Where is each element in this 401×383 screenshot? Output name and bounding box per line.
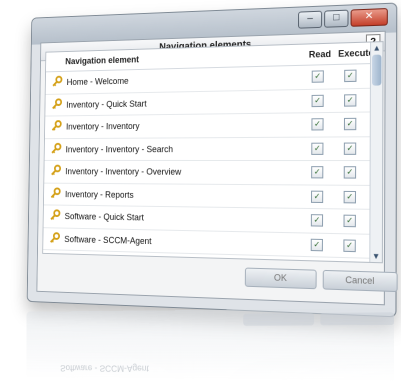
navigation-elements-grid: Navigation element Read Execute Home - W… (42, 41, 383, 263)
minimize-button[interactable]: – (298, 11, 322, 29)
reflection-text: Software - SCCM-Agent (60, 363, 149, 373)
key-icon (50, 165, 61, 176)
table-row[interactable]: Inventory - Inventory ✓ ✓ (45, 112, 382, 138)
column-header-navigation-element[interactable]: Navigation element (65, 55, 139, 67)
row-label: Software - Quick Start (65, 211, 144, 222)
row-label: Software - SCCM-Agent (64, 234, 151, 246)
row-label: Inventory - Reports (65, 189, 134, 199)
row-label: Inventory - Inventory - Search (66, 144, 173, 154)
execute-checkbox[interactable]: ✓ (344, 118, 356, 130)
grid-rows: Home - Welcome ✓ ✓ Inventory - Quick Start ✓… (43, 64, 382, 259)
read-checkbox[interactable]: ✓ (311, 166, 323, 178)
application-window: – □ ✕ Navigation elements ? Navigation e… (27, 2, 398, 317)
reflection-cancel-button (320, 312, 394, 325)
cancel-button[interactable]: Cancel (323, 270, 398, 292)
key-icon (49, 232, 60, 244)
read-checkbox[interactable]: ✓ (312, 70, 324, 82)
reflection-ok-button (243, 313, 314, 326)
column-header-read[interactable]: Read (309, 49, 331, 60)
scroll-up-arrow-icon[interactable]: ▲ (372, 43, 381, 53)
maximize-button[interactable]: □ (324, 10, 348, 28)
key-icon (50, 209, 61, 221)
row-label: Inventory - Inventory - Overview (65, 167, 181, 177)
execute-checkbox[interactable]: ✓ (344, 142, 356, 154)
execute-checkbox[interactable]: ✓ (344, 190, 356, 203)
execute-checkbox[interactable]: ✓ (343, 239, 355, 252)
read-checkbox[interactable]: ✓ (311, 118, 323, 130)
ok-button[interactable]: OK (245, 268, 317, 290)
read-checkbox[interactable]: ✓ (312, 94, 324, 106)
column-header-execute[interactable]: Execute (338, 48, 374, 59)
row-label: Inventory - Inventory (66, 121, 140, 131)
read-checkbox[interactable]: ✓ (311, 214, 323, 227)
read-checkbox[interactable]: ✓ (311, 190, 323, 202)
scroll-thumb[interactable] (372, 55, 381, 86)
key-icon (51, 120, 62, 131)
execute-checkbox[interactable]: ✓ (344, 94, 356, 106)
execute-checkbox[interactable]: ✓ (343, 215, 355, 228)
row-label: Home - Welcome (67, 76, 129, 87)
key-icon (52, 76, 63, 88)
window-reflection: Software - SCCM-Agent (26, 308, 394, 382)
read-checkbox[interactable]: ✓ (311, 238, 323, 251)
scroll-down-arrow-icon[interactable]: ▼ (371, 251, 380, 261)
execute-checkbox[interactable]: ✓ (344, 166, 356, 178)
vertical-scrollbar[interactable]: ▲ ▼ (369, 42, 382, 262)
key-icon (51, 98, 62, 110)
close-button[interactable]: ✕ (351, 8, 388, 27)
key-icon (50, 187, 61, 199)
execute-checkbox[interactable]: ✓ (344, 70, 356, 83)
key-icon (51, 142, 62, 153)
row-label: Inventory - Quick Start (66, 98, 146, 109)
window-controls: – □ ✕ (298, 8, 388, 29)
table-row[interactable]: Inventory - Inventory - Overview ✓ ✓ (44, 161, 382, 186)
table-row[interactable]: Inventory - Inventory - Search ✓ ✓ (45, 137, 383, 161)
read-checkbox[interactable]: ✓ (311, 142, 323, 154)
